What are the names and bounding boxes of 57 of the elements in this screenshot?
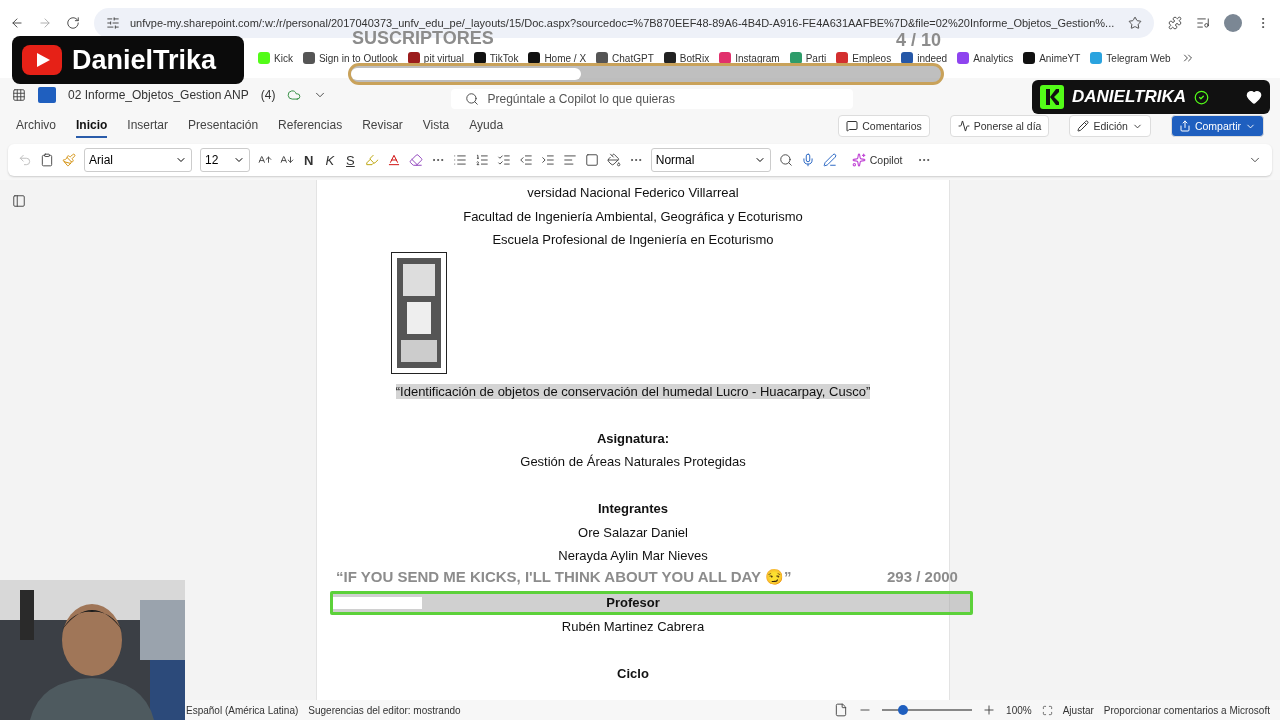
bookmark[interactable]: Parti <box>789 52 827 64</box>
goal-message: “IF YOU SEND ME KICKS, I'LL THINK ABOUT YOU ALL DAY 😏” <box>336 568 792 586</box>
document-heading: Profesor <box>606 594 660 612</box>
fit-button[interactable]: Ajustar <box>1062 704 1094 716</box>
action-button[interactable]: Compartir <box>1170 115 1264 137</box>
ribbon-tab[interactable]: Inicio <box>76 114 108 138</box>
bookmark[interactable]: pit virtual <box>407 52 464 64</box>
bookmark[interactable]: Kick <box>258 52 293 64</box>
action-button[interactable]: Comentarios <box>838 115 930 137</box>
ribbon-tab[interactable]: Archivo <box>16 114 56 138</box>
ribbon-tab[interactable]: Insertar <box>127 114 169 138</box>
document-line: Escuela Profesional de Ingeniería en Ecoturismo <box>492 231 774 249</box>
goal-count: 293 / 2000 <box>887 568 958 585</box>
document-heading: Asignatura: <box>596 429 670 448</box>
document-line: Facultad de Ingeniería Ambiental, Geográfica y Ecoturismo <box>463 207 803 226</box>
bookmark[interactable]: Instagram <box>719 52 780 64</box>
bookmark[interactable]: Home / X <box>528 52 587 64</box>
document-line: versidad Nacional Federico Villarreal <box>527 184 739 202</box>
channel-name: DanielTrika <box>72 44 217 76</box>
bookmark[interactable]: Analytics <box>957 52 1014 64</box>
action-button[interactable]: Edición <box>1069 115 1151 137</box>
bookmark[interactable]: TikTok <box>473 52 519 64</box>
bookmark[interactable]: AnimeYT <box>1023 52 1081 64</box>
ribbon-tab[interactable]: Presentación <box>188 114 259 138</box>
bold-button[interactable]: N <box>302 152 316 168</box>
copilot-search-field[interactable]: Pregúntale a Copilot lo que quieras <box>451 89 854 109</box>
bookmark[interactable]: ChatGPT <box>596 52 654 64</box>
language-status[interactable]: Español (América Latina) <box>186 704 299 716</box>
document-line: Gestión de Áreas Naturales Protegidas <box>520 453 746 471</box>
strikethrough-button[interactable]: S <box>344 152 357 168</box>
action-button[interactable]: Ponerse al día <box>949 115 1050 137</box>
editor-suggestions-status[interactable]: Sugerencias del editor: mostrando <box>308 704 461 716</box>
ribbon-tab[interactable]: Vista <box>422 114 450 138</box>
bookmark[interactable]: Empleos <box>836 52 892 64</box>
bookmark[interactable]: indeed <box>901 52 948 64</box>
zoom-level: 100% <box>1006 704 1032 716</box>
version-count: (4) <box>260 88 276 102</box>
feedback-link[interactable]: Proporcionar comentarios a Microsoft <box>1103 704 1270 716</box>
document-heading: Integrantes <box>597 500 669 518</box>
font-select[interactable]: Arial <box>84 148 192 172</box>
ribbon-tab[interactable]: Ayuda <box>469 114 504 138</box>
bookmark[interactable]: Sign in to Outlook <box>302 52 398 64</box>
bookmark[interactable]: Telegram Web <box>1090 52 1171 64</box>
channel-name: DANIELTRIKA <box>1072 87 1186 107</box>
italic-button[interactable]: K <box>323 152 337 168</box>
url-text: unfvpe-my.sharepoint.com/:w:/r/personal/2017040373_unfv_edu_pe/_layouts/15/Doc.aspx?sourcedoc=%7B870EEF48-89A6-4B4D-A916-FE4A631AAFBE%7D&file=02%20Informe_Objetos_Gestion%... <box>130 17 1116 29</box>
document-line: Rubén Martinez Cabrera <box>561 617 705 636</box>
font-size-select[interactable]: 12 <box>200 148 250 172</box>
document-heading: Ciclo <box>617 664 649 683</box>
document-title[interactable]: 02 Informe_Objetos_Gestion ANP <box>68 88 249 102</box>
bookmark[interactable]: BotRix <box>663 52 710 64</box>
ribbon-tab[interactable]: Revisar <box>362 114 403 138</box>
document-line: Ore Salazar Daniel <box>578 523 688 542</box>
ribbon-tab[interactable]: Referencias <box>278 114 343 138</box>
document-line: Nerayda Aylin Mar Nieves <box>558 547 708 565</box>
search-placeholder: Pregúntale a Copilot lo que quieras <box>487 92 675 106</box>
style-select[interactable]: Normal <box>650 148 771 172</box>
